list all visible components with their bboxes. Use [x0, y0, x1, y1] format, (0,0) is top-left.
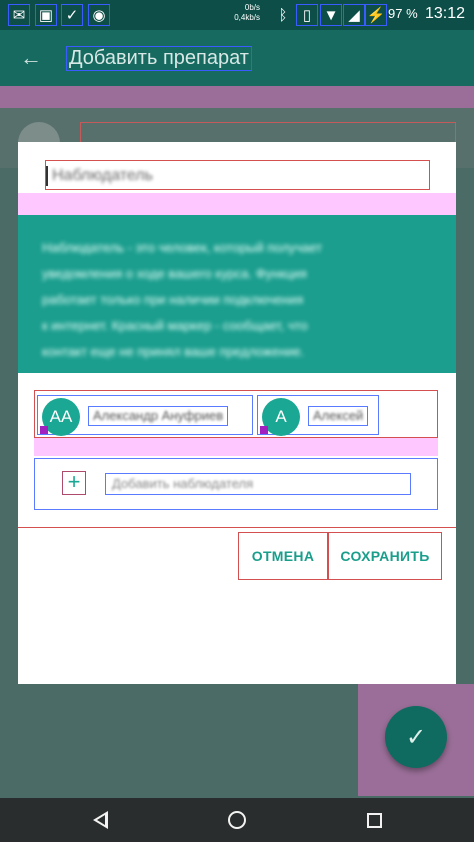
observer-name-placeholder: Наблюдатель	[52, 167, 153, 184]
add-observer-dialog: Наблюдатель Наблюдатель - это человек, к…	[18, 142, 456, 684]
observer-name-input[interactable]: Наблюдатель	[45, 160, 430, 190]
plus-icon[interactable]: +	[62, 471, 86, 495]
cancel-button[interactable]: ОТМЕНА	[238, 532, 328, 580]
observer-chip[interactable]: A Алексей	[257, 395, 379, 436]
status-bar: ✉ ▣ ✓ ◉ 0b/s 0,4kb/s ᛒ ▯ ▼ ◢ ⚡ 97 % 13:1…	[0, 0, 474, 30]
spacer-band	[34, 438, 438, 456]
network-speed: 0b/s 0,4kb/s	[234, 3, 260, 22]
observer-name: Александр Ануфриев	[88, 406, 229, 426]
add-observer-label[interactable]: Добавить наблюдателя	[105, 473, 411, 495]
confirm-fab-button[interactable]: ✓	[385, 706, 447, 768]
battery-percent: 97 %	[388, 6, 418, 21]
battery-charging-icon: ⚡	[365, 4, 387, 26]
dialog-actions: ОТМЕНА СОХРАНИТЬ	[18, 527, 456, 583]
info-line: Наблюдатель - это человек, который получ…	[42, 240, 323, 255]
android-icon: ◉	[88, 4, 110, 26]
check-icon: ✓	[61, 4, 83, 26]
add-observer-row[interactable]: + Добавить наблюдателя	[34, 458, 438, 510]
image-icon: ▣	[35, 4, 57, 26]
home-nav-button[interactable]	[215, 802, 259, 838]
mail-icon: ✉	[8, 4, 30, 26]
pending-marker	[260, 426, 268, 434]
back-triangle-icon	[92, 811, 108, 829]
info-line: уведомления о ходе вашего курса. Функция	[42, 266, 307, 281]
bluetooth-icon: ᛒ	[278, 6, 288, 24]
info-box: Наблюдатель - это человек, который получ…	[18, 215, 456, 373]
back-arrow-icon[interactable]: ←	[16, 44, 46, 72]
pending-marker	[40, 426, 48, 434]
page-title: Добавить препарат	[66, 46, 252, 71]
info-line: к интернет. Красный маркер - сообщает, ч…	[42, 318, 308, 333]
wifi-icon: ▼	[320, 4, 342, 26]
recents-square-icon	[366, 812, 382, 828]
signal-icon: ◢	[343, 4, 365, 26]
spacer-band	[18, 193, 456, 215]
check-icon: ✓	[405, 723, 427, 751]
info-line: работает только при наличии подключения	[42, 292, 304, 307]
navigation-bar	[0, 798, 474, 842]
clock: 13:12	[425, 5, 466, 22]
vibrate-icon: ▯	[296, 4, 318, 26]
save-button[interactable]: СОХРАНИТЬ	[328, 532, 442, 580]
home-circle-icon	[228, 811, 246, 829]
recents-nav-button[interactable]	[352, 802, 396, 838]
info-line: контакт еще не принял ваше предложение.	[42, 344, 305, 359]
observer-chip[interactable]: AA Александр Ануфриев	[37, 395, 253, 436]
observer-name: Алексей	[308, 406, 369, 426]
observer-list: AA Александр Ануфриев A Алексей	[34, 390, 438, 438]
back-nav-button[interactable]	[78, 802, 122, 838]
background-strip	[0, 86, 474, 108]
